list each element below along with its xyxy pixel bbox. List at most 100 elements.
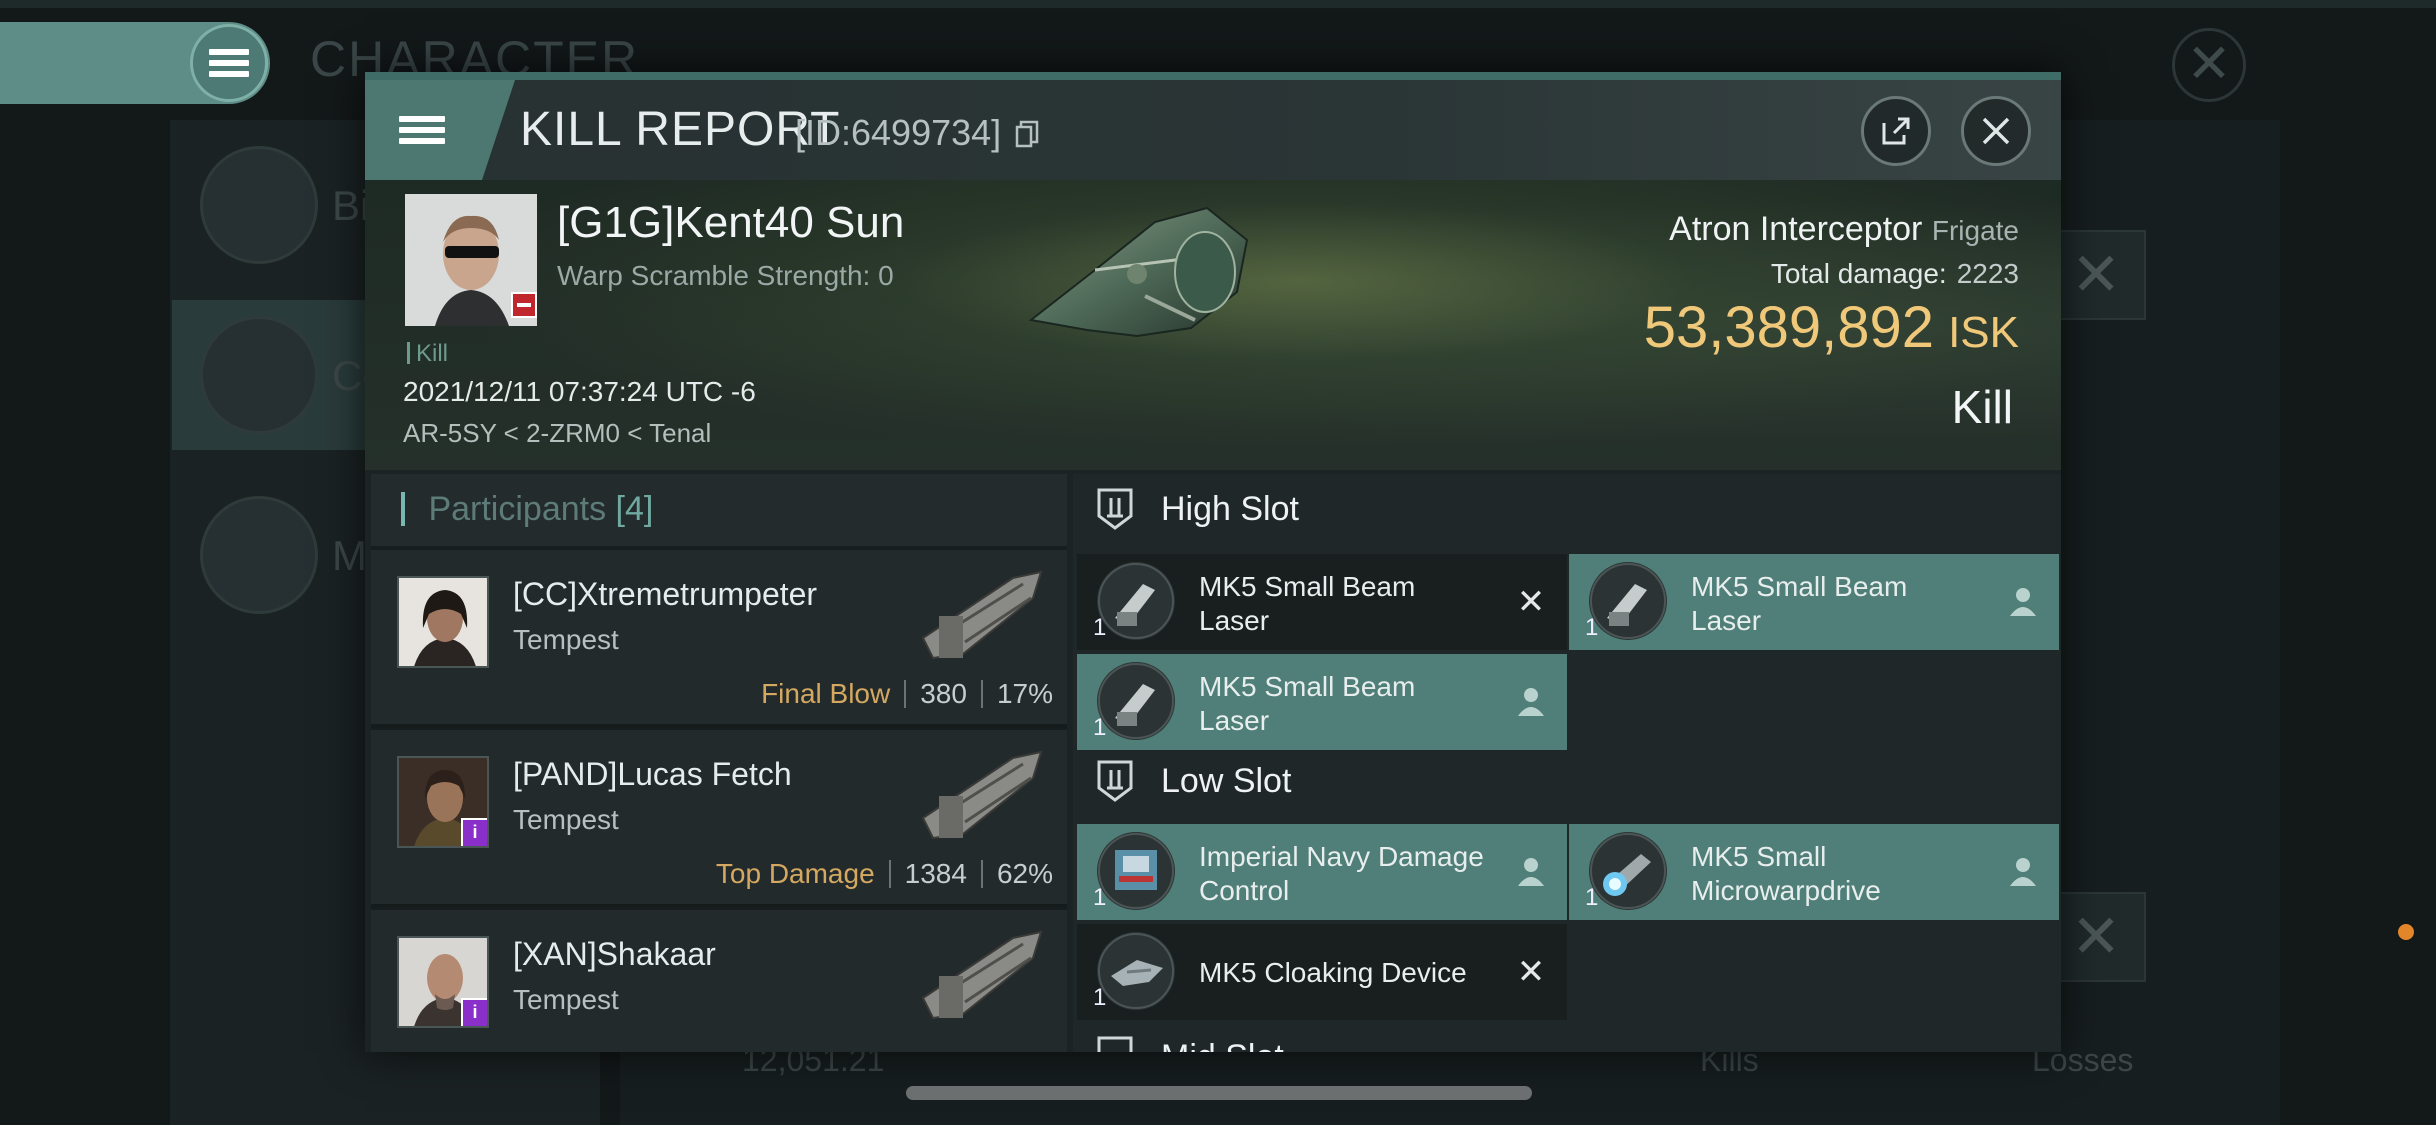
participant-portrait[interactable]: i xyxy=(397,936,489,1028)
fitting-panel: High Slot 1 MK5 Small Beam Laser ✕ 1 MK5… xyxy=(1073,474,2061,1052)
cloaking-device-icon xyxy=(1097,932,1175,1010)
module-name: MK5 Small Beam Laser xyxy=(1199,671,1416,736)
kill-report-id[interactable]: [ID:6499734] xyxy=(795,112,1039,154)
participant-ship: Tempest xyxy=(513,984,619,1015)
participant-stats: Final Blow 380 17% xyxy=(761,678,1053,710)
isk-amount: 53,389,892 xyxy=(1643,295,1935,360)
module-quantity: 1 xyxy=(1585,614,1599,641)
beam-laser-icon xyxy=(1097,562,1175,640)
module-item[interactable]: 1 MK5 Small Beam Laser xyxy=(1077,654,1567,750)
high-slot-title: High Slot xyxy=(1161,490,1299,528)
isk-unit: ISK xyxy=(1948,308,2019,357)
main-menu-button[interactable] xyxy=(190,24,268,102)
module-name: MK5 Cloaking Device xyxy=(1199,957,1467,988)
module-name: MK5 Small Microwarpdrive xyxy=(1691,841,1881,906)
module-item[interactable]: 1 MK5 Cloaking Device ✕ xyxy=(1077,924,1567,1020)
participant-row[interactable]: i [PAND]Lucas Fetch Tempest Top Damage 13… xyxy=(371,730,1067,908)
module-name: Imperial Navy Damage Control xyxy=(1199,841,1484,906)
kill-timestamp: 2021/12/11 07:37:24 UTC -6 xyxy=(403,376,756,407)
kill-report-title: KILL REPORT xyxy=(520,103,841,156)
dropped-person-icon xyxy=(2010,858,2036,886)
participant-portrait[interactable] xyxy=(397,576,489,668)
participant-portrait[interactable]: i xyxy=(397,756,489,848)
share-button[interactable] xyxy=(1861,96,1931,166)
kill-report-menu-button[interactable] xyxy=(365,80,515,180)
participants-label: Participants xyxy=(428,490,607,528)
victim-summary: [G1G]Kent40 Sun Warp Scramble Strength: … xyxy=(365,180,2061,470)
participant-ship-image xyxy=(921,930,1043,1020)
close-icon xyxy=(1982,117,2010,145)
dropped-person-icon xyxy=(2010,588,2036,616)
participants-count: [4] xyxy=(615,490,654,528)
background-top-bar xyxy=(0,0,2436,8)
crossed-swords-icon xyxy=(200,316,318,434)
destroyed-icon: ✕ xyxy=(1516,953,1546,991)
hamburger-icon xyxy=(209,44,249,82)
participant-name[interactable]: [PAND]Lucas Fetch xyxy=(513,756,792,793)
ship-render-image[interactable] xyxy=(1025,200,1265,350)
star-hexagon-icon xyxy=(200,496,318,614)
module-item[interactable]: 1 MK5 Small Microwarpdrive xyxy=(1569,824,2059,920)
module-quantity: 1 xyxy=(1093,984,1107,1011)
module-name: MK5 Small Beam Laser xyxy=(1691,571,1908,636)
beam-laser-icon xyxy=(1589,562,1667,640)
isk-value: 53,389,892 ISK xyxy=(1644,294,2019,361)
destroyed-icon: ✕ xyxy=(1516,583,1546,621)
sidebar-item-label: Bi xyxy=(332,182,370,229)
module-quantity: 1 xyxy=(1093,614,1107,641)
participant-percent: 62% xyxy=(996,858,1053,889)
wrench-icon[interactable]: ✕ xyxy=(2046,892,2146,982)
participant-ship: Tempest xyxy=(513,804,619,835)
top-damage-label: Top Damage xyxy=(715,858,875,889)
dropped-person-icon xyxy=(1518,688,1544,716)
participant-name[interactable]: [CC]Xtremetrumpeter xyxy=(513,576,817,613)
final-blow-label: Final Blow xyxy=(761,678,891,709)
participant-row[interactable]: i [XAN]Shakaar Tempest xyxy=(371,910,1067,1052)
participant-percent: 17% xyxy=(996,678,1053,709)
participant-ship: Tempest xyxy=(513,624,619,655)
notification-dot xyxy=(2398,924,2414,940)
kill-report-header: KILL REPORT [ID:6499734] xyxy=(365,80,2061,180)
kill-result: Kill xyxy=(1951,381,2013,433)
module-item[interactable]: 1 Imperial Navy Damage Control xyxy=(1077,824,1567,920)
ship-class: Frigate xyxy=(1931,215,2019,246)
module-name: MK5 Small Beam Laser xyxy=(1199,571,1416,636)
participants-header: Participants [4] xyxy=(371,474,1067,546)
participant-badge: i xyxy=(461,818,487,846)
victim-status-badge xyxy=(511,292,537,318)
total-damage-value: 2223 xyxy=(1956,258,2019,289)
mid-slot-icon xyxy=(1097,1036,1133,1052)
low-slot-title: Low Slot xyxy=(1161,762,1292,800)
low-slot-icon xyxy=(1097,760,1133,802)
ship-name[interactable]: Atron Interceptor Frigate xyxy=(1669,210,2019,249)
participant-damage: 1384 xyxy=(904,858,967,889)
external-link-icon xyxy=(1882,117,1910,145)
participant-ship-image xyxy=(921,570,1043,660)
kill-location[interactable]: AR-5SY < 2-ZRM0 < Tenal xyxy=(403,418,711,449)
kill-report-id-text: [ID:6499734] xyxy=(795,112,1002,153)
victim-name[interactable]: [G1G]Kent40 Sun xyxy=(557,198,904,248)
copy-icon[interactable] xyxy=(1015,120,1039,148)
participant-row[interactable]: [CC]Xtremetrumpeter Tempest Final Blow 38… xyxy=(371,550,1067,728)
participant-stats: Top Damage 1384 62% xyxy=(716,858,1053,890)
module-item[interactable]: 1 MK5 Small Beam Laser ✕ xyxy=(1077,554,1567,650)
module-quantity: 1 xyxy=(1585,884,1599,911)
dropped-person-icon xyxy=(1518,858,1544,886)
ship-type-name: Atron Interceptor xyxy=(1669,210,1923,248)
mid-slot-title: Mid Slot xyxy=(1161,1038,1284,1052)
hamburger-icon xyxy=(399,111,445,149)
kill-tag: Kill xyxy=(407,340,448,368)
kill-report-panel: KILL REPORT [ID:6499734] [G1G]Kent40 Sun… xyxy=(365,72,2061,1052)
home-indicator[interactable] xyxy=(906,1086,1532,1100)
total-damage: Total damage: 2223 xyxy=(1771,258,2019,290)
participant-name[interactable]: [XAN]Shakaar xyxy=(513,936,716,973)
mid-slot-header: Mid Slot xyxy=(1073,1022,2061,1052)
background-close-button[interactable]: ✕ xyxy=(2172,28,2246,102)
total-damage-label: Total damage: xyxy=(1770,258,1947,289)
participants-title: Participants [4] xyxy=(401,490,653,529)
wrench-icon[interactable]: ✕ xyxy=(2046,230,2146,320)
close-button[interactable] xyxy=(1961,96,2031,166)
module-quantity: 1 xyxy=(1093,714,1107,741)
high-slot-icon xyxy=(1097,488,1133,530)
module-item[interactable]: 1 MK5 Small Beam Laser xyxy=(1569,554,2059,650)
